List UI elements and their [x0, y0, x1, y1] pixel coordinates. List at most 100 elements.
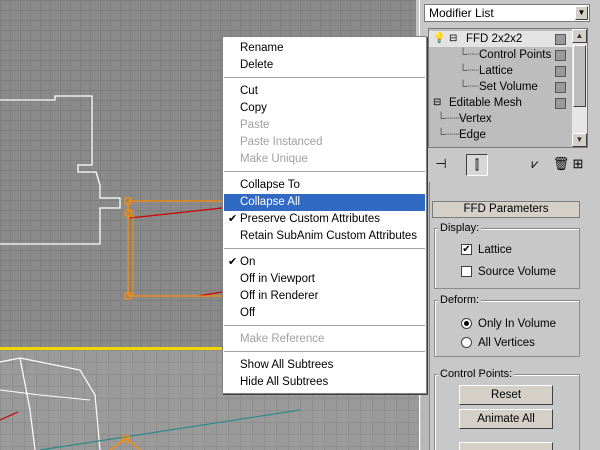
- menu-item-label: Show All Subtrees: [240, 359, 334, 371]
- menu-item-off-in-viewport[interactable]: Off in Viewport: [224, 271, 425, 288]
- menu-item-label: Collapse All: [240, 196, 301, 208]
- menu-separator: [224, 171, 425, 172]
- menu-item-preserve-custom-attributes[interactable]: ✔ Preserve Custom Attributes: [224, 211, 425, 228]
- menu-separator: [224, 248, 425, 249]
- make-unique-icon[interactable]: ⩗: [524, 154, 546, 176]
- stack-item-control-points[interactable]: └┈┈ Control Points: [429, 47, 572, 63]
- stack-item-label: Edge: [459, 129, 486, 141]
- white-mesh-edge: [19, 357, 36, 450]
- menu-item-hide-all-subtrees[interactable]: Hide All Subtrees: [224, 374, 425, 391]
- stack-scrollbar[interactable]: ▲ ▼: [572, 29, 587, 147]
- stack-item-label: Editable Mesh: [449, 97, 522, 109]
- menu-item-on[interactable]: ✔ On: [224, 254, 425, 271]
- menu-item-label: Cut: [240, 85, 258, 97]
- collapse-icon[interactable]: ⊟: [433, 95, 441, 111]
- source-volume-checkbox[interactable]: [461, 266, 472, 277]
- menu-item-off[interactable]: Off: [224, 305, 425, 322]
- scroll-up-icon[interactable]: ▲: [572, 29, 587, 43]
- checkmark-icon: ✔: [228, 213, 238, 225]
- menu-item-label: Copy: [240, 102, 267, 114]
- display-group: [434, 228, 580, 289]
- source-volume-label: Source Volume: [478, 266, 556, 278]
- stack-item-lattice[interactable]: └┈┈ Lattice: [429, 63, 572, 79]
- menu-item-copy[interactable]: Copy: [224, 100, 425, 117]
- only-in-volume-radio[interactable]: [461, 318, 472, 329]
- pin-icon[interactable]: ⊣: [430, 154, 452, 176]
- white-mesh-edge: [0, 357, 101, 450]
- conform-to-shape-button[interactable]: [459, 442, 553, 450]
- stack-item-vertex[interactable]: └┈┈┈ Vertex: [429, 111, 572, 127]
- menu-item-show-all-subtrees[interactable]: Show All Subtrees: [224, 357, 425, 374]
- menu-item-label: Hide All Subtrees: [240, 376, 329, 388]
- stack-item-label: Control Points: [479, 49, 552, 61]
- menu-item-label: Collapse To: [240, 179, 300, 191]
- chevron-down-icon[interactable]: ▼: [575, 6, 588, 20]
- stack-item-editable-mesh[interactable]: ⊟ Editable Mesh: [429, 95, 572, 111]
- menu-item-label: On: [240, 256, 256, 268]
- menu-item-label: Delete: [240, 59, 274, 71]
- ffd-lattice: [109, 437, 141, 450]
- lattice-checkbox[interactable]: ✔: [461, 244, 472, 255]
- menu-item-delete[interactable]: Delete: [224, 57, 425, 74]
- toggle-box-icon: [555, 98, 566, 109]
- menu-item-label: Preserve Custom Attributes: [240, 213, 380, 225]
- animate-all-button[interactable]: Animate All: [459, 409, 553, 429]
- only-in-volume-label: Only In Volume: [478, 318, 556, 330]
- menu-item-retain-subanim[interactable]: Retain SubAnim Custom Attributes: [224, 228, 425, 245]
- display-group-label: Display:: [438, 222, 482, 234]
- menu-item-collapse-all[interactable]: Collapse All: [224, 194, 425, 211]
- toggle-box-icon: [555, 66, 566, 77]
- stack-item-label: Set Volume: [479, 81, 538, 93]
- checkmark-icon: ✔: [228, 256, 238, 268]
- lightbulb-icon[interactable]: 💡: [433, 31, 445, 47]
- modifier-list-dropdown[interactable]: Modifier List ▼: [424, 4, 590, 22]
- collapse-icon[interactable]: ⊟: [449, 31, 457, 47]
- scroll-thumb[interactable]: [573, 45, 586, 107]
- stack-item-ffd[interactable]: 💡 ⊟ FFD 2x2x2: [429, 31, 572, 47]
- white-shape-outline: [0, 95, 121, 245]
- toggle-box-icon: [555, 50, 566, 61]
- lattice-label: Lattice: [478, 244, 512, 256]
- menu-item-label: Off: [240, 307, 256, 319]
- menu-item-collapse-to[interactable]: Collapse To: [224, 177, 425, 194]
- menu-item-make-unique: Make Unique: [224, 151, 425, 168]
- show-end-result-icon[interactable]: ⫿: [466, 154, 488, 176]
- stack-toolbar: ⊣ ⫿ ⩗ 🗑 ⊞: [424, 152, 594, 178]
- red-spline: [0, 411, 19, 421]
- menu-separator: [224, 325, 425, 326]
- menu-item-rename[interactable]: Rename: [224, 40, 425, 57]
- stack-item-set-volume[interactable]: └┈┈ Set Volume: [429, 79, 572, 95]
- white-mesh-edge: [0, 389, 91, 401]
- scroll-down-icon[interactable]: ▼: [572, 133, 587, 147]
- stack-item-label: Lattice: [479, 65, 513, 77]
- menu-item-make-reference: Make Reference: [224, 331, 425, 348]
- all-vertices-radio[interactable]: [461, 337, 472, 348]
- menu-separator: [224, 351, 425, 352]
- menu-item-label: Off in Viewport: [240, 273, 316, 285]
- reset-button[interactable]: Reset: [459, 385, 553, 405]
- menu-item-label: Rename: [240, 42, 284, 54]
- stack-item-label: Vertex: [459, 113, 492, 125]
- menu-item-label: Retain SubAnim Custom Attributes: [240, 230, 418, 242]
- modifier-stack[interactable]: 💡 ⊟ FFD 2x2x2 └┈┈ Control Points └┈┈ Lat…: [428, 28, 588, 148]
- menu-item-cut[interactable]: Cut: [224, 83, 425, 100]
- rollout-ffd-parameters[interactable]: FFD Parameters: [432, 201, 580, 218]
- menu-item-label: Paste Instanced: [240, 136, 323, 148]
- menu-item-label: Make Reference: [240, 333, 325, 345]
- modifier-list-label: Modifier List: [429, 6, 494, 20]
- menu-separator: [224, 77, 425, 78]
- configure-sets-icon[interactable]: ⊞: [566, 154, 590, 176]
- deform-group-label: Deform:: [438, 294, 482, 306]
- menu-item-label: Off in Renderer: [240, 290, 319, 302]
- toggle-box-icon: [555, 34, 566, 45]
- menu-item-off-in-renderer[interactable]: Off in Renderer: [224, 288, 425, 305]
- toggle-box-icon: [555, 82, 566, 93]
- menu-item-paste-instanced: Paste Instanced: [224, 134, 425, 151]
- menu-item-paste: Paste: [224, 117, 425, 134]
- stack-item-edge[interactable]: └┈┈┈ Edge: [429, 127, 572, 143]
- menu-item-label: Paste: [240, 119, 270, 131]
- all-vertices-label: All Vertices: [478, 337, 535, 349]
- menu-item-label: Make Unique: [240, 153, 308, 165]
- control-points-group-label: Control Points:: [438, 368, 515, 380]
- stack-item-label: FFD 2x2x2: [466, 33, 523, 45]
